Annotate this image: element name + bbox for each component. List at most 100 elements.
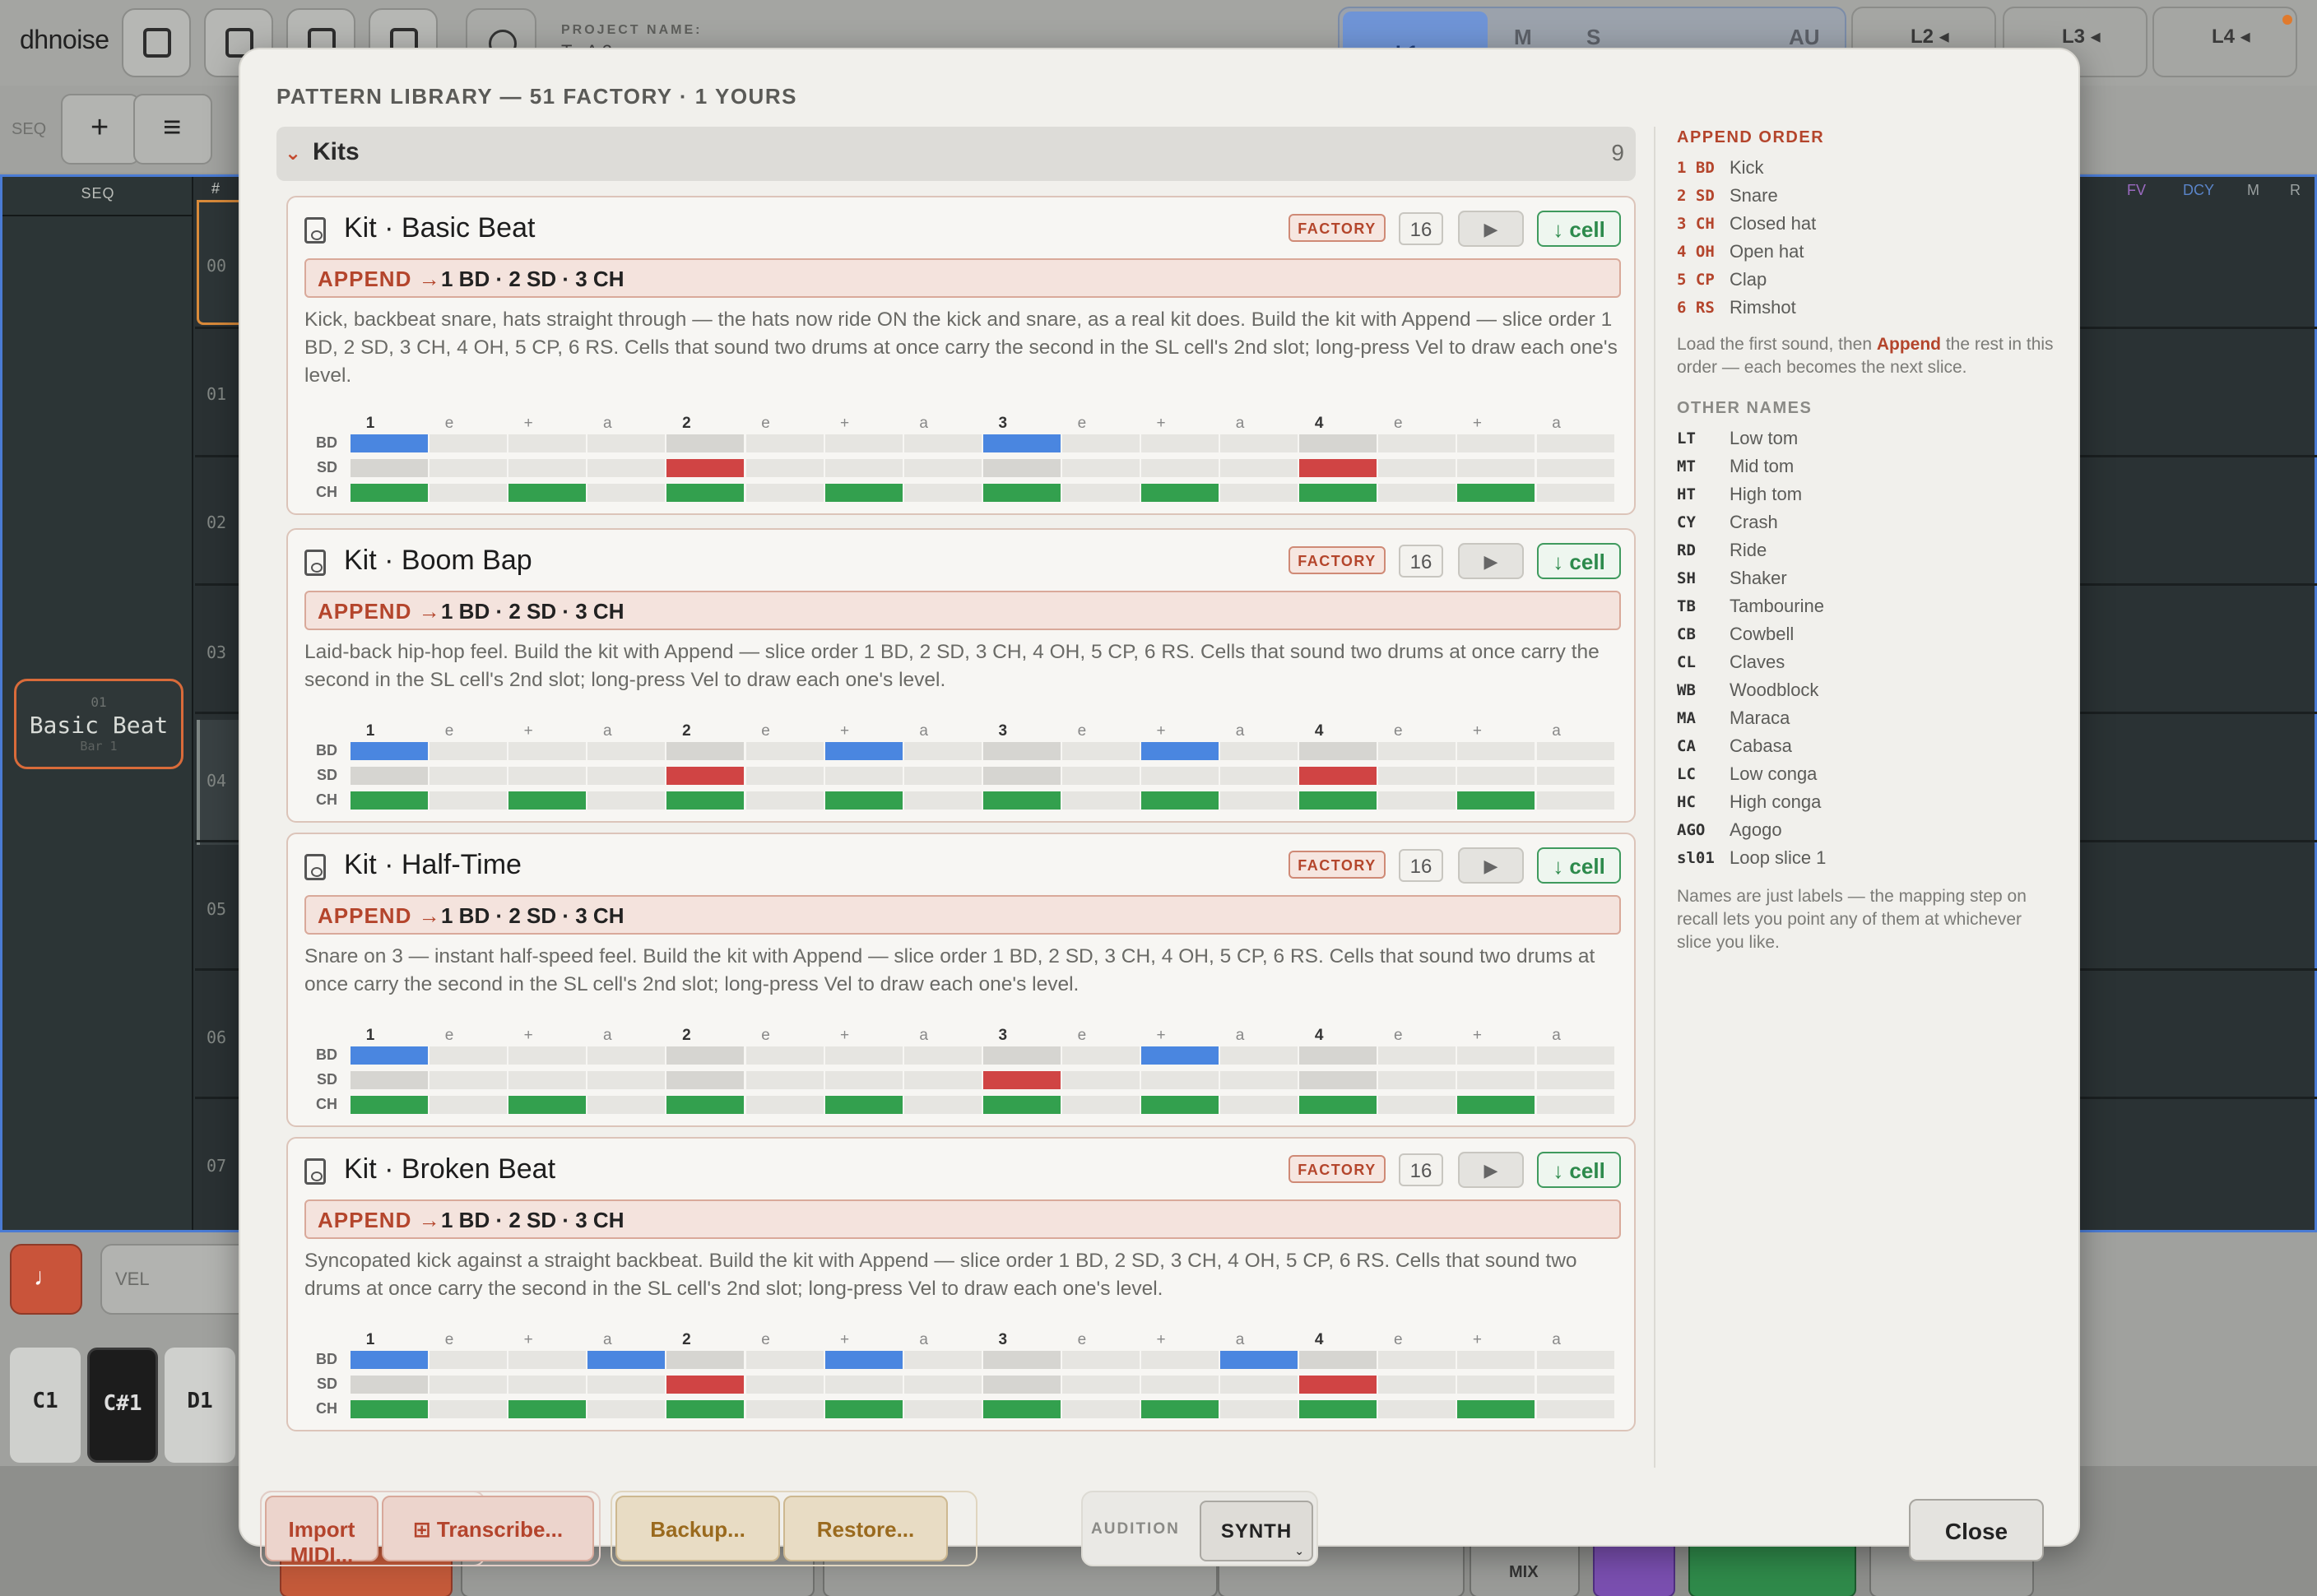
kit-description: Laid-back hip-hop feel. Build the kit wi… [304, 641, 1600, 691]
step-cell-ch [508, 791, 587, 810]
step-cell-ch [351, 791, 428, 810]
row-label-ch: CH [316, 1400, 337, 1417]
step-cell-bd [1299, 742, 1377, 760]
step-cell-ch [982, 1096, 1061, 1114]
step-cell-ch [1141, 1400, 1219, 1418]
row-label-sd: SD [316, 767, 337, 783]
step-cell-sd [982, 459, 1061, 477]
step-cell-ch [351, 1096, 428, 1114]
beat-label: a [919, 1027, 928, 1044]
beat-label: a [919, 722, 928, 740]
other-name-item: AGO Agogo [1677, 818, 2055, 846]
step-cell-sd [903, 1376, 982, 1394]
beat-label: e [444, 722, 454, 740]
beat-label: + [840, 722, 850, 740]
step-cell-bd [1061, 1046, 1140, 1065]
row-label-bd: BD [316, 1351, 337, 1367]
step-cell-sd [1061, 1376, 1140, 1394]
step-count-badge: 16 [1399, 545, 1443, 578]
kit-card[interactable]: Kit · Boom Bap FACTORY 16 ▶ ↓ cell APPEND → 1 … [286, 528, 1636, 823]
load-to-cell-button[interactable]: ↓ cell [1537, 1152, 1621, 1188]
step-cell-bd [1220, 1046, 1298, 1065]
step-cell-ch [587, 1096, 666, 1114]
backup-button[interactable]: Backup... [615, 1496, 780, 1561]
beat-label: + [1156, 1027, 1166, 1044]
step-cell-ch [1457, 484, 1535, 502]
close-button[interactable]: Close [1909, 1499, 2044, 1561]
step-cell-bd [1378, 742, 1456, 760]
step-count-badge: 16 [1399, 212, 1443, 245]
step-cell-sd [1457, 767, 1535, 785]
beat-label: 3 [998, 415, 1008, 432]
step-cell-sd [1220, 1071, 1298, 1089]
kit-card[interactable]: Kit · Broken Beat FACTORY 16 ▶ ↓ cell APPEND … [286, 1137, 1636, 1431]
audition-synth-select[interactable]: SYNTH ⌄ [1200, 1501, 1313, 1561]
step-cell-ch [1220, 1400, 1298, 1418]
beat-label: 4 [1314, 1027, 1324, 1044]
name-label: Shaker [1730, 568, 1787, 588]
slice-code: 2 SD [1677, 187, 1715, 205]
step-cell-ch [1061, 1400, 1140, 1418]
step-cell-bd [430, 742, 508, 760]
names-note: Names are just labels — the mapping step… [1677, 887, 2027, 952]
step-cell-sd [666, 767, 745, 785]
append-order-item: 6 RS Rimshot [1677, 295, 2055, 323]
step-cell-sd [824, 1376, 903, 1394]
beat-label: 1 [365, 415, 375, 432]
beat-label: a [919, 415, 928, 432]
preview-play-button[interactable]: ▶ [1458, 543, 1524, 579]
step-cell-sd [508, 767, 587, 785]
preview-play-button[interactable]: ▶ [1458, 1152, 1524, 1188]
other-name-item: MA Maraca [1677, 706, 2055, 734]
step-cell-bd [666, 434, 745, 452]
factory-badge: FACTORY [1289, 214, 1386, 242]
beat-label: e [1394, 415, 1403, 432]
step-cell-bd [903, 434, 982, 452]
step-cell-sd [745, 459, 824, 477]
step-cell-sd [1141, 1376, 1219, 1394]
load-to-cell-button[interactable]: ↓ cell [1537, 847, 1621, 884]
load-to-cell-button[interactable]: ↓ cell [1537, 543, 1621, 579]
beat-label: e [1077, 722, 1087, 740]
preview-play-button[interactable]: ▶ [1458, 211, 1524, 247]
other-name-item: SH Shaker [1677, 566, 2055, 594]
step-cell-ch [824, 1400, 903, 1418]
slice-code: 5 CP [1677, 271, 1715, 289]
beat-label: e [1077, 1027, 1087, 1044]
other-name-item: RD Ride [1677, 538, 2055, 566]
kit-card[interactable]: Kit · Half-Time FACTORY 16 ▶ ↓ cell APPEND → 1… [286, 833, 1636, 1127]
beat-label: 2 [682, 1331, 691, 1348]
other-name-item: LT Low tom [1677, 426, 2055, 454]
row-label-bd: BD [316, 434, 337, 451]
step-cell-sd [587, 767, 666, 785]
step-cell-sd [1299, 767, 1377, 785]
step-cell-ch [903, 484, 982, 502]
load-to-cell-button[interactable]: ↓ cell [1537, 211, 1621, 247]
step-cell-sd [508, 459, 587, 477]
beat-label: a [1552, 1027, 1561, 1044]
step-cell-bd [1378, 434, 1456, 452]
step-cell-ch [1378, 1400, 1456, 1418]
step-cell-sd [982, 1376, 1061, 1394]
step-cell-ch [1220, 484, 1298, 502]
restore-button[interactable]: Restore... [783, 1496, 948, 1561]
beat-label: e [1077, 1331, 1087, 1348]
step-cell-sd [1536, 459, 1614, 477]
kits-section-header[interactable]: ⌄ Kits 9 [276, 127, 1636, 181]
kit-card[interactable]: Kit · Basic Beat FACTORY 16 ▶ ↓ cell APPEND →… [286, 196, 1636, 515]
other-names-heading: OTHER NAMES [1677, 399, 1813, 417]
step-cell-ch [508, 1096, 587, 1114]
beat-label: e [761, 1331, 770, 1348]
pattern-list[interactable]: ⌄ Kits 9 Kit · Basic Beat FACTORY 16 ▶ ↓ cel… [276, 127, 1637, 1468]
name-label: Claves [1730, 652, 1785, 672]
step-cell-ch [1220, 791, 1298, 810]
beat-label: e [1394, 722, 1403, 740]
step-cell-ch [1378, 484, 1456, 502]
beat-label: + [523, 1027, 533, 1044]
step-cell-sd [351, 1071, 428, 1089]
step-cell-bd [430, 1046, 508, 1065]
append-order-value: 1 BD · 2 SD · 3 CH [441, 1208, 625, 1232]
audition-label: AUDITION [1091, 1520, 1180, 1538]
row-label-sd: SD [316, 1376, 337, 1392]
preview-play-button[interactable]: ▶ [1458, 847, 1524, 884]
